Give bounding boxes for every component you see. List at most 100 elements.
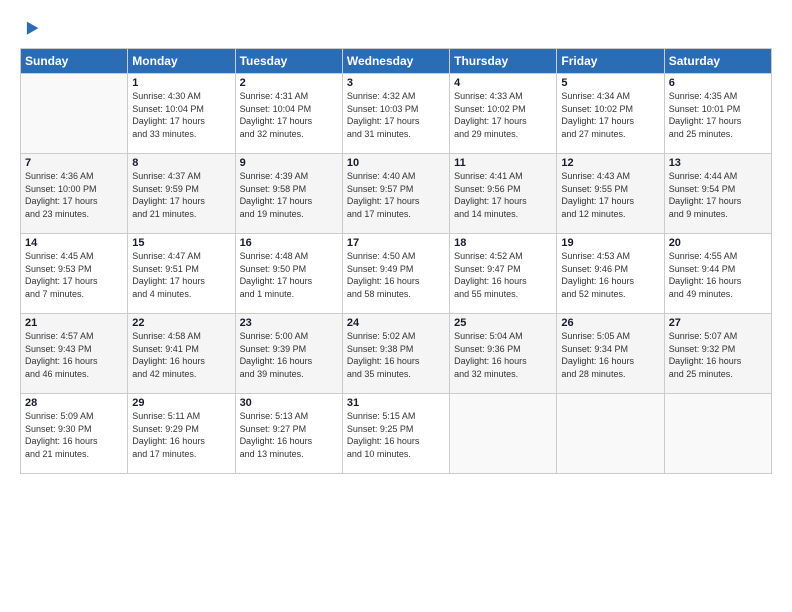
day-cell bbox=[557, 394, 664, 474]
day-cell: 18Sunrise: 4:52 AM Sunset: 9:47 PM Dayli… bbox=[450, 234, 557, 314]
day-number: 14 bbox=[25, 237, 123, 249]
col-header-saturday: Saturday bbox=[664, 49, 771, 74]
day-info: Sunrise: 5:02 AM Sunset: 9:38 PM Dayligh… bbox=[347, 330, 445, 380]
day-number: 8 bbox=[132, 157, 230, 169]
day-cell: 20Sunrise: 4:55 AM Sunset: 9:44 PM Dayli… bbox=[664, 234, 771, 314]
day-number: 19 bbox=[561, 237, 659, 249]
day-number: 7 bbox=[25, 157, 123, 169]
day-info: Sunrise: 4:57 AM Sunset: 9:43 PM Dayligh… bbox=[25, 330, 123, 380]
day-info: Sunrise: 5:07 AM Sunset: 9:32 PM Dayligh… bbox=[669, 330, 767, 380]
day-cell: 7Sunrise: 4:36 AM Sunset: 10:00 PM Dayli… bbox=[21, 154, 128, 234]
day-info: Sunrise: 4:34 AM Sunset: 10:02 PM Daylig… bbox=[561, 90, 659, 140]
day-info: Sunrise: 4:35 AM Sunset: 10:01 PM Daylig… bbox=[669, 90, 767, 140]
week-row-1: 1Sunrise: 4:30 AM Sunset: 10:04 PM Dayli… bbox=[21, 74, 772, 154]
day-info: Sunrise: 5:15 AM Sunset: 9:25 PM Dayligh… bbox=[347, 410, 445, 460]
day-info: Sunrise: 4:50 AM Sunset: 9:49 PM Dayligh… bbox=[347, 250, 445, 300]
day-cell: 1Sunrise: 4:30 AM Sunset: 10:04 PM Dayli… bbox=[128, 74, 235, 154]
day-cell: 6Sunrise: 4:35 AM Sunset: 10:01 PM Dayli… bbox=[664, 74, 771, 154]
day-info: Sunrise: 4:33 AM Sunset: 10:02 PM Daylig… bbox=[454, 90, 552, 140]
day-info: Sunrise: 4:36 AM Sunset: 10:00 PM Daylig… bbox=[25, 170, 123, 220]
day-cell: 10Sunrise: 4:40 AM Sunset: 9:57 PM Dayli… bbox=[342, 154, 449, 234]
calendar-body: 1Sunrise: 4:30 AM Sunset: 10:04 PM Dayli… bbox=[21, 74, 772, 474]
day-number: 10 bbox=[347, 157, 445, 169]
calendar-header: SundayMondayTuesdayWednesdayThursdayFrid… bbox=[21, 49, 772, 74]
day-cell: 27Sunrise: 5:07 AM Sunset: 9:32 PM Dayli… bbox=[664, 314, 771, 394]
day-info: Sunrise: 5:04 AM Sunset: 9:36 PM Dayligh… bbox=[454, 330, 552, 380]
week-row-4: 21Sunrise: 4:57 AM Sunset: 9:43 PM Dayli… bbox=[21, 314, 772, 394]
day-number: 31 bbox=[347, 397, 445, 409]
day-info: Sunrise: 4:30 AM Sunset: 10:04 PM Daylig… bbox=[132, 90, 230, 140]
logo bbox=[20, 18, 40, 40]
day-cell: 13Sunrise: 4:44 AM Sunset: 9:54 PM Dayli… bbox=[664, 154, 771, 234]
header-row: SundayMondayTuesdayWednesdayThursdayFrid… bbox=[21, 49, 772, 74]
day-cell bbox=[21, 74, 128, 154]
day-number: 2 bbox=[240, 77, 338, 89]
day-info: Sunrise: 4:39 AM Sunset: 9:58 PM Dayligh… bbox=[240, 170, 338, 220]
day-cell: 5Sunrise: 4:34 AM Sunset: 10:02 PM Dayli… bbox=[557, 74, 664, 154]
day-info: Sunrise: 5:00 AM Sunset: 9:39 PM Dayligh… bbox=[240, 330, 338, 380]
col-header-wednesday: Wednesday bbox=[342, 49, 449, 74]
day-cell: 8Sunrise: 4:37 AM Sunset: 9:59 PM Daylig… bbox=[128, 154, 235, 234]
day-info: Sunrise: 4:43 AM Sunset: 9:55 PM Dayligh… bbox=[561, 170, 659, 220]
day-info: Sunrise: 4:48 AM Sunset: 9:50 PM Dayligh… bbox=[240, 250, 338, 300]
day-cell: 24Sunrise: 5:02 AM Sunset: 9:38 PM Dayli… bbox=[342, 314, 449, 394]
logo-icon bbox=[22, 18, 40, 40]
day-number: 28 bbox=[25, 397, 123, 409]
calendar: SundayMondayTuesdayWednesdayThursdayFrid… bbox=[20, 48, 772, 474]
day-cell: 21Sunrise: 4:57 AM Sunset: 9:43 PM Dayli… bbox=[21, 314, 128, 394]
week-row-5: 28Sunrise: 5:09 AM Sunset: 9:30 PM Dayli… bbox=[21, 394, 772, 474]
day-info: Sunrise: 5:11 AM Sunset: 9:29 PM Dayligh… bbox=[132, 410, 230, 460]
day-cell: 16Sunrise: 4:48 AM Sunset: 9:50 PM Dayli… bbox=[235, 234, 342, 314]
day-cell: 23Sunrise: 5:00 AM Sunset: 9:39 PM Dayli… bbox=[235, 314, 342, 394]
day-number: 30 bbox=[240, 397, 338, 409]
day-number: 4 bbox=[454, 77, 552, 89]
day-info: Sunrise: 4:31 AM Sunset: 10:04 PM Daylig… bbox=[240, 90, 338, 140]
day-info: Sunrise: 5:05 AM Sunset: 9:34 PM Dayligh… bbox=[561, 330, 659, 380]
day-number: 11 bbox=[454, 157, 552, 169]
day-info: Sunrise: 4:41 AM Sunset: 9:56 PM Dayligh… bbox=[454, 170, 552, 220]
day-info: Sunrise: 4:55 AM Sunset: 9:44 PM Dayligh… bbox=[669, 250, 767, 300]
day-cell bbox=[664, 394, 771, 474]
page: SundayMondayTuesdayWednesdayThursdayFrid… bbox=[0, 0, 792, 612]
day-cell: 30Sunrise: 5:13 AM Sunset: 9:27 PM Dayli… bbox=[235, 394, 342, 474]
day-number: 29 bbox=[132, 397, 230, 409]
day-cell: 3Sunrise: 4:32 AM Sunset: 10:03 PM Dayli… bbox=[342, 74, 449, 154]
day-cell: 29Sunrise: 5:11 AM Sunset: 9:29 PM Dayli… bbox=[128, 394, 235, 474]
col-header-sunday: Sunday bbox=[21, 49, 128, 74]
day-number: 16 bbox=[240, 237, 338, 249]
day-info: Sunrise: 4:37 AM Sunset: 9:59 PM Dayligh… bbox=[132, 170, 230, 220]
day-number: 5 bbox=[561, 77, 659, 89]
day-number: 20 bbox=[669, 237, 767, 249]
day-cell bbox=[450, 394, 557, 474]
day-info: Sunrise: 4:47 AM Sunset: 9:51 PM Dayligh… bbox=[132, 250, 230, 300]
day-cell: 11Sunrise: 4:41 AM Sunset: 9:56 PM Dayli… bbox=[450, 154, 557, 234]
col-header-friday: Friday bbox=[557, 49, 664, 74]
day-cell: 14Sunrise: 4:45 AM Sunset: 9:53 PM Dayli… bbox=[21, 234, 128, 314]
day-info: Sunrise: 4:40 AM Sunset: 9:57 PM Dayligh… bbox=[347, 170, 445, 220]
day-info: Sunrise: 4:52 AM Sunset: 9:47 PM Dayligh… bbox=[454, 250, 552, 300]
day-cell: 15Sunrise: 4:47 AM Sunset: 9:51 PM Dayli… bbox=[128, 234, 235, 314]
day-number: 9 bbox=[240, 157, 338, 169]
day-info: Sunrise: 4:32 AM Sunset: 10:03 PM Daylig… bbox=[347, 90, 445, 140]
day-cell: 2Sunrise: 4:31 AM Sunset: 10:04 PM Dayli… bbox=[235, 74, 342, 154]
header bbox=[20, 18, 772, 40]
day-info: Sunrise: 4:58 AM Sunset: 9:41 PM Dayligh… bbox=[132, 330, 230, 380]
day-cell: 26Sunrise: 5:05 AM Sunset: 9:34 PM Dayli… bbox=[557, 314, 664, 394]
day-cell: 22Sunrise: 4:58 AM Sunset: 9:41 PM Dayli… bbox=[128, 314, 235, 394]
day-info: Sunrise: 4:45 AM Sunset: 9:53 PM Dayligh… bbox=[25, 250, 123, 300]
day-info: Sunrise: 4:53 AM Sunset: 9:46 PM Dayligh… bbox=[561, 250, 659, 300]
day-number: 17 bbox=[347, 237, 445, 249]
day-number: 15 bbox=[132, 237, 230, 249]
day-number: 21 bbox=[25, 317, 123, 329]
day-cell: 4Sunrise: 4:33 AM Sunset: 10:02 PM Dayli… bbox=[450, 74, 557, 154]
day-cell: 17Sunrise: 4:50 AM Sunset: 9:49 PM Dayli… bbox=[342, 234, 449, 314]
day-number: 3 bbox=[347, 77, 445, 89]
week-row-3: 14Sunrise: 4:45 AM Sunset: 9:53 PM Dayli… bbox=[21, 234, 772, 314]
col-header-tuesday: Tuesday bbox=[235, 49, 342, 74]
day-number: 25 bbox=[454, 317, 552, 329]
day-cell: 25Sunrise: 5:04 AM Sunset: 9:36 PM Dayli… bbox=[450, 314, 557, 394]
day-info: Sunrise: 4:44 AM Sunset: 9:54 PM Dayligh… bbox=[669, 170, 767, 220]
week-row-2: 7Sunrise: 4:36 AM Sunset: 10:00 PM Dayli… bbox=[21, 154, 772, 234]
day-cell: 12Sunrise: 4:43 AM Sunset: 9:55 PM Dayli… bbox=[557, 154, 664, 234]
day-info: Sunrise: 5:13 AM Sunset: 9:27 PM Dayligh… bbox=[240, 410, 338, 460]
